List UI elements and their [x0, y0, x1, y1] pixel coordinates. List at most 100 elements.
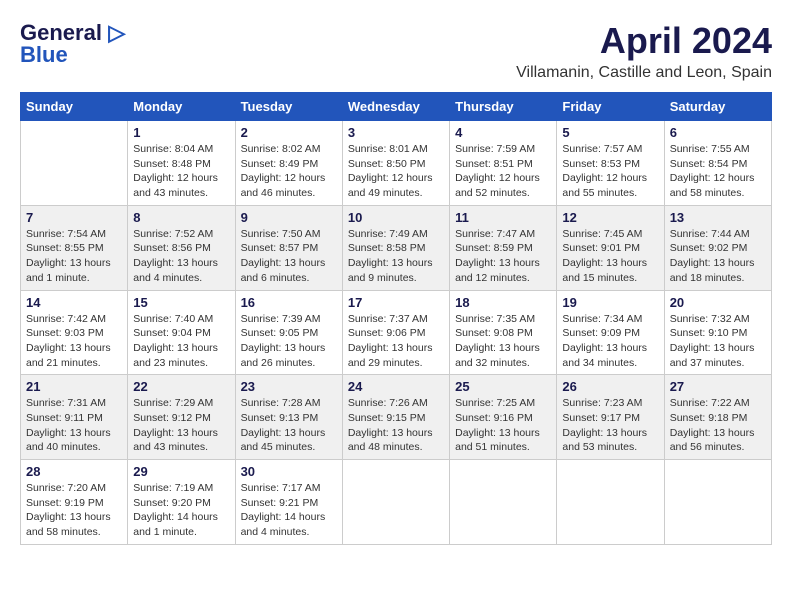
calendar-cell: 29Sunrise: 7:19 AMSunset: 9:20 PMDayligh… — [128, 460, 235, 545]
day-number: 29 — [133, 464, 229, 479]
cell-sun-info: Sunrise: 7:57 AMSunset: 8:53 PMDaylight:… — [562, 142, 658, 201]
day-number: 17 — [348, 295, 444, 310]
calendar-cell — [342, 460, 449, 545]
day-number: 3 — [348, 125, 444, 140]
calendar-cell: 2Sunrise: 8:02 AMSunset: 8:49 PMDaylight… — [235, 121, 342, 206]
day-number: 20 — [670, 295, 766, 310]
week-row-4: 21 Sunrise: 7:31 AMSunset: 9:11 PMDayligh… — [21, 375, 772, 460]
cell-sun-info: Sunrise: 7:39 AMSunset: 9:05 PMDaylight:… — [241, 312, 337, 371]
cell-sun-info: Sunrise: 7:26 AMSunset: 9:15 PMDaylight:… — [348, 396, 444, 455]
calendar-cell: 25 Sunrise: 7:25 AMSunset: 9:16 PMDayligh… — [450, 375, 557, 460]
cell-sun-info: Sunrise: 7:59 AMSunset: 8:51 PMDaylight:… — [455, 142, 551, 201]
calendar-cell: 9 Sunrise: 7:50 AMSunset: 8:57 PMDaylight… — [235, 205, 342, 290]
weekday-monday: Monday — [128, 93, 235, 121]
day-number: 8 — [133, 210, 229, 225]
calendar-cell: 22Sunrise: 7:29 AMSunset: 9:12 PMDayligh… — [128, 375, 235, 460]
cell-sun-info: Sunrise: 7:28 AMSunset: 9:13 PMDaylight:… — [241, 396, 337, 455]
calendar-cell: 13 Sunrise: 7:44 AMSunset: 9:02 PMDayligh… — [664, 205, 771, 290]
calendar-cell: 23Sunrise: 7:28 AMSunset: 9:13 PMDayligh… — [235, 375, 342, 460]
cell-sun-info: Sunrise: 7:49 AMSunset: 8:58 PMDaylight:… — [348, 227, 444, 286]
day-number: 26 — [562, 379, 658, 394]
day-number: 21 — [26, 379, 122, 394]
logo-bird-icon: ▷ — [108, 20, 125, 45]
calendar-cell — [557, 460, 664, 545]
day-number: 30 — [241, 464, 337, 479]
cell-sun-info: Sunrise: 7:17 AMSunset: 9:21 PMDaylight:… — [241, 481, 337, 540]
cell-sun-info: Sunrise: 7:42 AMSunset: 9:03 PMDaylight:… — [26, 312, 122, 371]
cell-sun-info: Sunrise: 7:20 AMSunset: 9:19 PMDaylight:… — [26, 481, 122, 540]
day-number: 28 — [26, 464, 122, 479]
location-title: Villamanin, Castille and Leon, Spain — [516, 64, 772, 82]
day-number: 11 — [455, 210, 551, 225]
cell-sun-info: Sunrise: 8:02 AMSunset: 8:49 PMDaylight:… — [241, 142, 337, 201]
calendar-cell: 26 Sunrise: 7:23 AMSunset: 9:17 PMDayligh… — [557, 375, 664, 460]
cell-sun-info: Sunrise: 8:01 AMSunset: 8:50 PMDaylight:… — [348, 142, 444, 201]
calendar-cell: 27 Sunrise: 7:22 AMSunset: 9:18 PMDayligh… — [664, 375, 771, 460]
calendar-cell: 17Sunrise: 7:37 AMSunset: 9:06 PMDayligh… — [342, 290, 449, 375]
weekday-sunday: Sunday — [21, 93, 128, 121]
day-number: 7 — [26, 210, 122, 225]
weekday-saturday: Saturday — [664, 93, 771, 121]
day-number: 12 — [562, 210, 658, 225]
day-number: 25 — [455, 379, 551, 394]
calendar-cell: 4 Sunrise: 7:59 AMSunset: 8:51 PMDaylight… — [450, 121, 557, 206]
calendar-cell: 8 Sunrise: 7:52 AMSunset: 8:56 PMDaylight… — [128, 205, 235, 290]
calendar-cell — [450, 460, 557, 545]
calendar-cell: 11 Sunrise: 7:47 AMSunset: 8:59 PMDayligh… — [450, 205, 557, 290]
day-number: 22 — [133, 379, 229, 394]
cell-sun-info: Sunrise: 7:35 AMSunset: 9:08 PMDaylight:… — [455, 312, 551, 371]
day-number: 24 — [348, 379, 444, 394]
weekday-tuesday: Tuesday — [235, 93, 342, 121]
week-row-5: 28 Sunrise: 7:20 AMSunset: 9:19 PMDayligh… — [21, 460, 772, 545]
day-number: 6 — [670, 125, 766, 140]
day-number: 9 — [241, 210, 337, 225]
calendar-cell: 28 Sunrise: 7:20 AMSunset: 9:19 PMDayligh… — [21, 460, 128, 545]
calendar-cell — [664, 460, 771, 545]
calendar-cell: 6 Sunrise: 7:55 AMSunset: 8:54 PMDaylight… — [664, 121, 771, 206]
day-number: 15 — [133, 295, 229, 310]
cell-sun-info: Sunrise: 7:31 AMSunset: 9:11 PMDaylight:… — [26, 396, 122, 455]
cell-sun-info: Sunrise: 7:50 AMSunset: 8:57 PMDaylight:… — [241, 227, 337, 286]
weekday-wednesday: Wednesday — [342, 93, 449, 121]
cell-sun-info: Sunrise: 7:23 AMSunset: 9:17 PMDaylight:… — [562, 396, 658, 455]
cell-sun-info: Sunrise: 7:55 AMSunset: 8:54 PMDaylight:… — [670, 142, 766, 201]
calendar-cell: 5Sunrise: 7:57 AMSunset: 8:53 PMDaylight… — [557, 121, 664, 206]
page-header: General ▷ Blue April 2024 Villamanin, Ca… — [20, 20, 772, 82]
weekday-friday: Friday — [557, 93, 664, 121]
day-number: 19 — [562, 295, 658, 310]
day-number: 16 — [241, 295, 337, 310]
day-number: 10 — [348, 210, 444, 225]
cell-sun-info: Sunrise: 7:32 AMSunset: 9:10 PMDaylight:… — [670, 312, 766, 371]
day-number: 13 — [670, 210, 766, 225]
calendar-cell — [21, 121, 128, 206]
day-number: 14 — [26, 295, 122, 310]
calendar-cell: 12 Sunrise: 7:45 AMSunset: 9:01 PMDayligh… — [557, 205, 664, 290]
week-row-1: 1Sunrise: 8:04 AMSunset: 8:48 PMDaylight… — [21, 121, 772, 206]
cell-sun-info: Sunrise: 7:22 AMSunset: 9:18 PMDaylight:… — [670, 396, 766, 455]
calendar-cell: 15Sunrise: 7:40 AMSunset: 9:04 PMDayligh… — [128, 290, 235, 375]
cell-sun-info: Sunrise: 7:47 AMSunset: 8:59 PMDaylight:… — [455, 227, 551, 286]
cell-sun-info: Sunrise: 7:34 AMSunset: 9:09 PMDaylight:… — [562, 312, 658, 371]
title-block: April 2024 Villamanin, Castille and Leon… — [516, 20, 772, 82]
calendar-cell: 3 Sunrise: 8:01 AMSunset: 8:50 PMDaylight… — [342, 121, 449, 206]
logo: General ▷ Blue — [20, 20, 125, 68]
day-number: 18 — [455, 295, 551, 310]
week-row-3: 14 Sunrise: 7:42 AMSunset: 9:03 PMDayligh… — [21, 290, 772, 375]
day-number: 4 — [455, 125, 551, 140]
calendar-cell: 20 Sunrise: 7:32 AMSunset: 9:10 PMDayligh… — [664, 290, 771, 375]
weekday-thursday: Thursday — [450, 93, 557, 121]
calendar-cell: 16 Sunrise: 7:39 AMSunset: 9:05 PMDayligh… — [235, 290, 342, 375]
weekday-header-row: SundayMondayTuesdayWednesdayThursdayFrid… — [21, 93, 772, 121]
calendar-cell: 24 Sunrise: 7:26 AMSunset: 9:15 PMDayligh… — [342, 375, 449, 460]
calendar-cell: 1Sunrise: 8:04 AMSunset: 8:48 PMDaylight… — [128, 121, 235, 206]
calendar-cell: 19 Sunrise: 7:34 AMSunset: 9:09 PMDayligh… — [557, 290, 664, 375]
cell-sun-info: Sunrise: 7:44 AMSunset: 9:02 PMDaylight:… — [670, 227, 766, 286]
cell-sun-info: Sunrise: 7:52 AMSunset: 8:56 PMDaylight:… — [133, 227, 229, 286]
day-number: 27 — [670, 379, 766, 394]
cell-sun-info: Sunrise: 7:25 AMSunset: 9:16 PMDaylight:… — [455, 396, 551, 455]
cell-sun-info: Sunrise: 7:45 AMSunset: 9:01 PMDaylight:… — [562, 227, 658, 286]
calendar-cell: 30 Sunrise: 7:17 AMSunset: 9:21 PMDayligh… — [235, 460, 342, 545]
cell-sun-info: Sunrise: 8:04 AMSunset: 8:48 PMDaylight:… — [133, 142, 229, 201]
calendar-cell: 14 Sunrise: 7:42 AMSunset: 9:03 PMDayligh… — [21, 290, 128, 375]
calendar-cell: 18 Sunrise: 7:35 AMSunset: 9:08 PMDayligh… — [450, 290, 557, 375]
